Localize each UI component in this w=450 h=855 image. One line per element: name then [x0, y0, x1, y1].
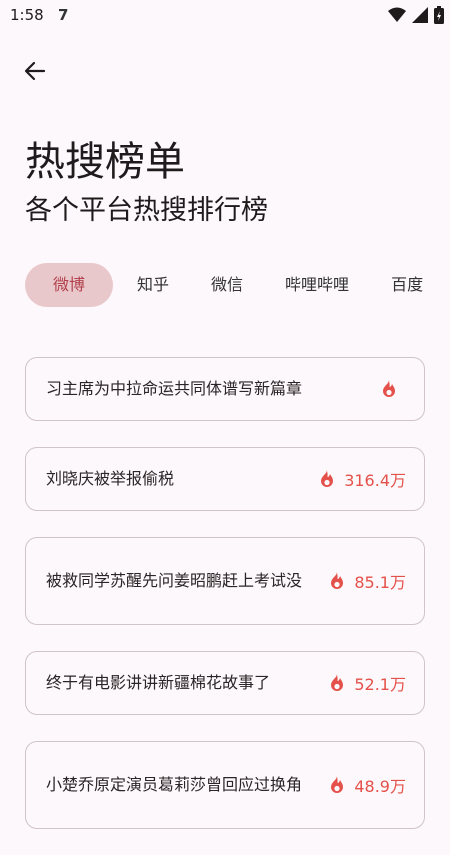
back-button[interactable]: [18, 54, 52, 88]
heat-value: 48.9万: [354, 777, 406, 796]
list-item[interactable]: 小楚乔原定演员葛莉莎曾回应过换角 48.9万: [25, 741, 425, 829]
list-item[interactable]: 习主席为中拉命运共同体谱写新篇章: [25, 357, 425, 421]
item-title: 刘晓庆被举报偷税: [46, 469, 175, 488]
tab-zhihu[interactable]: 知乎: [119, 263, 187, 307]
tab-bilibili[interactable]: 哔哩哔哩: [267, 263, 367, 307]
heat-value: 52.1万: [354, 675, 406, 694]
page-title: 热搜榜单: [25, 139, 185, 185]
item-title: 终于有电影讲讲新疆棉花故事了: [46, 673, 271, 692]
heat-indicator: 85.1万: [327, 569, 406, 593]
hot-search-list: 习主席为中拉命运共同体谱写新篇章 刘晓庆被举报偷税 316.4万 被救同学苏醒先…: [25, 357, 425, 855]
fire-icon: [331, 776, 344, 793]
list-item[interactable]: 被救同学苏醒先问姜昭鹏赶上考试没 85.1万: [25, 537, 425, 625]
page-subtitle: 各个平台热搜排行榜: [25, 195, 268, 226]
fire-icon: [321, 470, 334, 487]
status-bar: 1:58 7: [0, 0, 450, 32]
item-title: 被救同学苏醒先问姜昭鹏赶上考试没: [46, 571, 303, 590]
heat-indicator: 316.4万: [317, 467, 406, 491]
arrow-left-icon: [24, 61, 46, 81]
platform-tabs: 微博 知乎 微信 哔哩哔哩 百度: [25, 263, 447, 307]
heat-indicator: 48.9万: [327, 773, 406, 797]
wifi-icon: [388, 7, 406, 22]
signal-icon: [412, 7, 428, 23]
status-icons: [388, 6, 444, 24]
heat-indicator: [379, 379, 406, 399]
heat-indicator: 52.1万: [327, 671, 406, 695]
battery-icon: [434, 6, 444, 24]
list-item[interactable]: 终于有电影讲讲新疆棉花故事了 52.1万: [25, 651, 425, 715]
fire-icon: [383, 380, 395, 397]
list-item[interactable]: 刘晓庆被举报偷税 316.4万: [25, 447, 425, 511]
heat-value: 316.4万: [344, 471, 406, 490]
tab-weibo[interactable]: 微博: [25, 263, 114, 307]
tab-wechat[interactable]: 微信: [193, 263, 261, 307]
fire-icon: [331, 572, 344, 589]
status-time: 1:58: [10, 6, 44, 24]
item-title: 小楚乔原定演员葛莉莎曾回应过换角: [46, 775, 303, 794]
item-title: 习主席为中拉命运共同体谱写新篇章: [46, 379, 303, 398]
heat-value: 85.1万: [354, 573, 406, 592]
tab-baidu[interactable]: 百度: [373, 263, 441, 307]
app-notification-icon: 7: [58, 6, 69, 24]
fire-icon: [331, 674, 344, 691]
